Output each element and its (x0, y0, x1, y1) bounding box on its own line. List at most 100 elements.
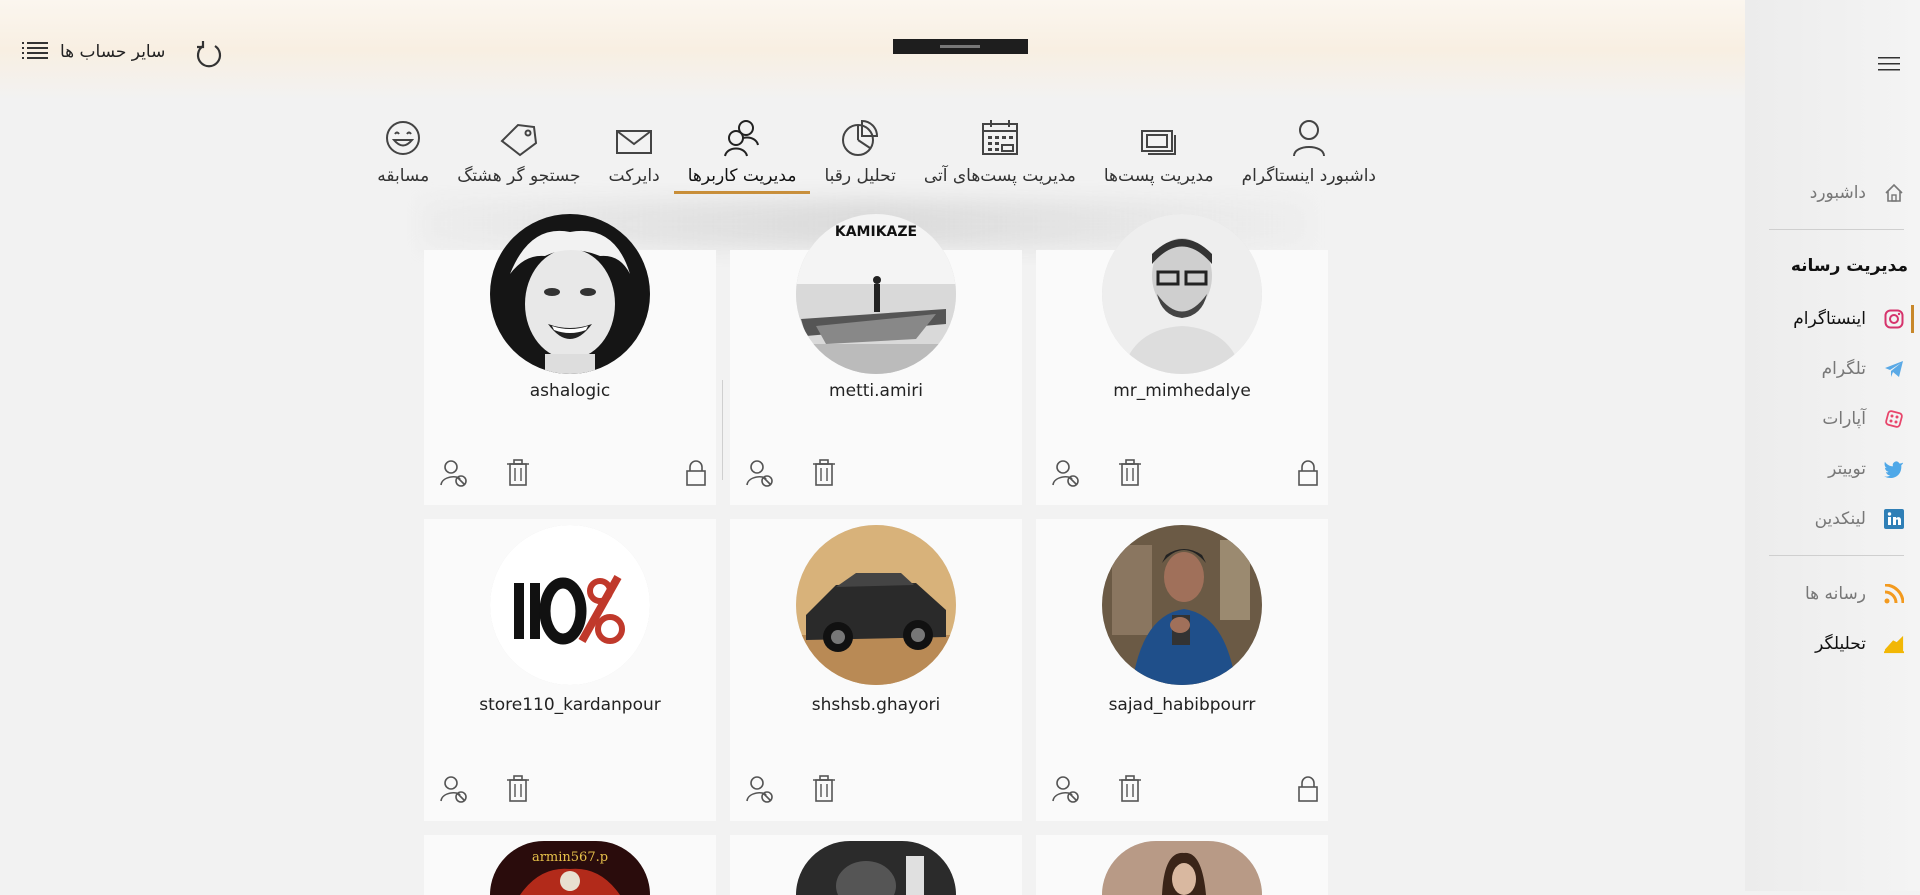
grip-icon (940, 45, 980, 48)
tab-label: داشبورد اینستاگرام (1241, 166, 1376, 186)
block-user-icon (746, 460, 773, 487)
trash-icon (813, 775, 835, 802)
user-card[interactable]: armin567.p (424, 835, 716, 895)
list-icon (22, 40, 48, 64)
title-bar-drag-handle[interactable] (893, 39, 1028, 54)
username: store110_kardanpour (479, 695, 661, 715)
sidebar-item-linkedin[interactable]: لینکدین (1745, 499, 1920, 539)
trash-icon (507, 459, 529, 486)
instagram-icon (1884, 309, 1904, 329)
tab-instagram-dashboard[interactable]: داشبورد اینستاگرام (1228, 110, 1390, 194)
tab-direct[interactable]: دایرکت (595, 110, 674, 194)
user-avatar (1102, 214, 1262, 374)
rss-icon (1884, 584, 1904, 604)
sidebar-item-twitter[interactable]: توییتر (1745, 449, 1920, 489)
sidebar-section-heading: مدیریت رسانه (1790, 256, 1908, 276)
block-user-button[interactable] (746, 459, 774, 491)
tab-users-management[interactable]: مدیریت کاربرها (673, 110, 811, 194)
sidebar-divider (1769, 555, 1904, 556)
block-user-icon (1052, 776, 1079, 803)
sidebar-background (1745, 0, 1920, 891)
user-avatar (490, 214, 650, 374)
hamburger-icon (1878, 57, 1900, 71)
delete-button[interactable] (1118, 775, 1142, 807)
user-card[interactable]: shshsb.ghayori (730, 519, 1022, 821)
aparat-icon (1884, 409, 1904, 429)
smile-icon (386, 121, 421, 155)
block-user-button[interactable] (1052, 459, 1080, 491)
sidebar-item-analyzer[interactable]: تحلیلگر (1745, 624, 1920, 664)
home-icon (1884, 183, 1904, 203)
user-card[interactable] (730, 835, 1022, 895)
calendar-icon (981, 120, 1018, 155)
delete-button[interactable] (506, 775, 530, 807)
block-user-icon (746, 776, 773, 803)
delete-button[interactable] (1118, 459, 1142, 491)
tab-label: دایرکت (608, 166, 660, 186)
sidebar-item-label: اینستاگرام (1793, 309, 1866, 329)
tab-posts-management[interactable]: مدیریت پست‌ها (1090, 110, 1228, 194)
tab-contest[interactable]: مسابقه (363, 110, 443, 194)
pie-chart-icon (842, 119, 879, 156)
user-card[interactable] (1036, 835, 1328, 895)
svg-text:110%: 110% (570, 674, 573, 676)
sidebar-item-instagram[interactable]: اینستاگرام (1745, 299, 1920, 339)
trash-icon (813, 459, 835, 486)
block-user-button[interactable] (440, 775, 468, 807)
tab-label: تحلیل رقبا (824, 166, 896, 186)
tab-hashtag-search[interactable]: جستجو گر هشتگ (443, 110, 594, 194)
lock-button[interactable] (684, 459, 708, 491)
refresh-button[interactable] (194, 40, 224, 74)
sidebar-item-telegram[interactable]: تلگرام (1745, 349, 1920, 389)
user-avatar: 110% (490, 525, 650, 685)
sidebar-item-aparat[interactable]: آپارات (1745, 399, 1920, 439)
lock-icon (686, 460, 706, 486)
delete-button[interactable] (812, 459, 836, 491)
user-card[interactable]: KAMIKAZE metti.amiri (730, 214, 1022, 505)
user-card[interactable]: mr_mimhedalye (1036, 214, 1328, 505)
delete-button[interactable] (506, 459, 530, 491)
sidebar: داشبورد مدیریت رسانه اینستاگرام تلگرام آ… (1745, 0, 1920, 891)
tab-label: مسابقه (377, 166, 430, 186)
sidebar-item-feeds[interactable]: رسانه ها (1745, 574, 1920, 614)
lock-button[interactable] (1296, 775, 1320, 807)
trash-icon (1119, 459, 1141, 486)
block-user-button[interactable] (746, 775, 774, 807)
user-avatar (1102, 525, 1262, 685)
user-card[interactable]: 110% store110_kardanpour (424, 519, 716, 821)
menu-button[interactable] (1878, 56, 1900, 76)
username: shshsb.ghayori (811, 695, 941, 715)
refresh-icon (196, 41, 222, 68)
tab-label: مدیریت کاربرها (687, 166, 797, 186)
other-accounts-button[interactable]: سایر حساب ها (22, 40, 165, 64)
delete-button[interactable] (812, 775, 836, 807)
tab-competitor-analysis[interactable]: تحلیل رقبا (810, 110, 909, 194)
block-user-button[interactable] (1052, 775, 1080, 807)
sidebar-item-label: تلگرام (1821, 359, 1866, 379)
sidebar-item-dashboard[interactable]: داشبورد (1745, 173, 1920, 213)
telegram-icon (1884, 359, 1904, 379)
user-avatar: KAMIKAZE (796, 214, 956, 374)
lock-icon (1298, 460, 1318, 486)
lock-button[interactable] (1296, 459, 1320, 491)
tab-label: مدیریت پست‌های آتی (923, 166, 1076, 186)
user-card[interactable]: ashalogic (424, 214, 716, 505)
twitter-icon (1884, 459, 1904, 479)
tab-label: مدیریت پست‌ها (1103, 166, 1214, 186)
block-user-button[interactable] (440, 459, 468, 491)
block-user-icon (440, 460, 467, 487)
sidebar-item-label: داشبورد (1809, 183, 1866, 203)
user-card[interactable]: sajad_habibpourr (1036, 519, 1328, 821)
main-area: سایر حساب ها داشبورد اینستاگرام مدیریت پ… (0, 0, 1745, 895)
analytics-icon (1884, 634, 1904, 654)
mail-icon (616, 130, 653, 154)
user-avatar: armin567.p (490, 841, 650, 895)
sidebar-item-label: توییتر (1828, 459, 1866, 479)
trash-icon (1119, 775, 1141, 802)
other-accounts-label: سایر حساب ها (60, 42, 166, 62)
user-avatar (796, 841, 956, 895)
posts-icon (1140, 130, 1176, 155)
user-avatar (1102, 841, 1262, 895)
sidebar-item-label: تحلیلگر (1815, 634, 1866, 654)
tab-scheduled-posts[interactable]: مدیریت پست‌های آتی (910, 110, 1090, 194)
